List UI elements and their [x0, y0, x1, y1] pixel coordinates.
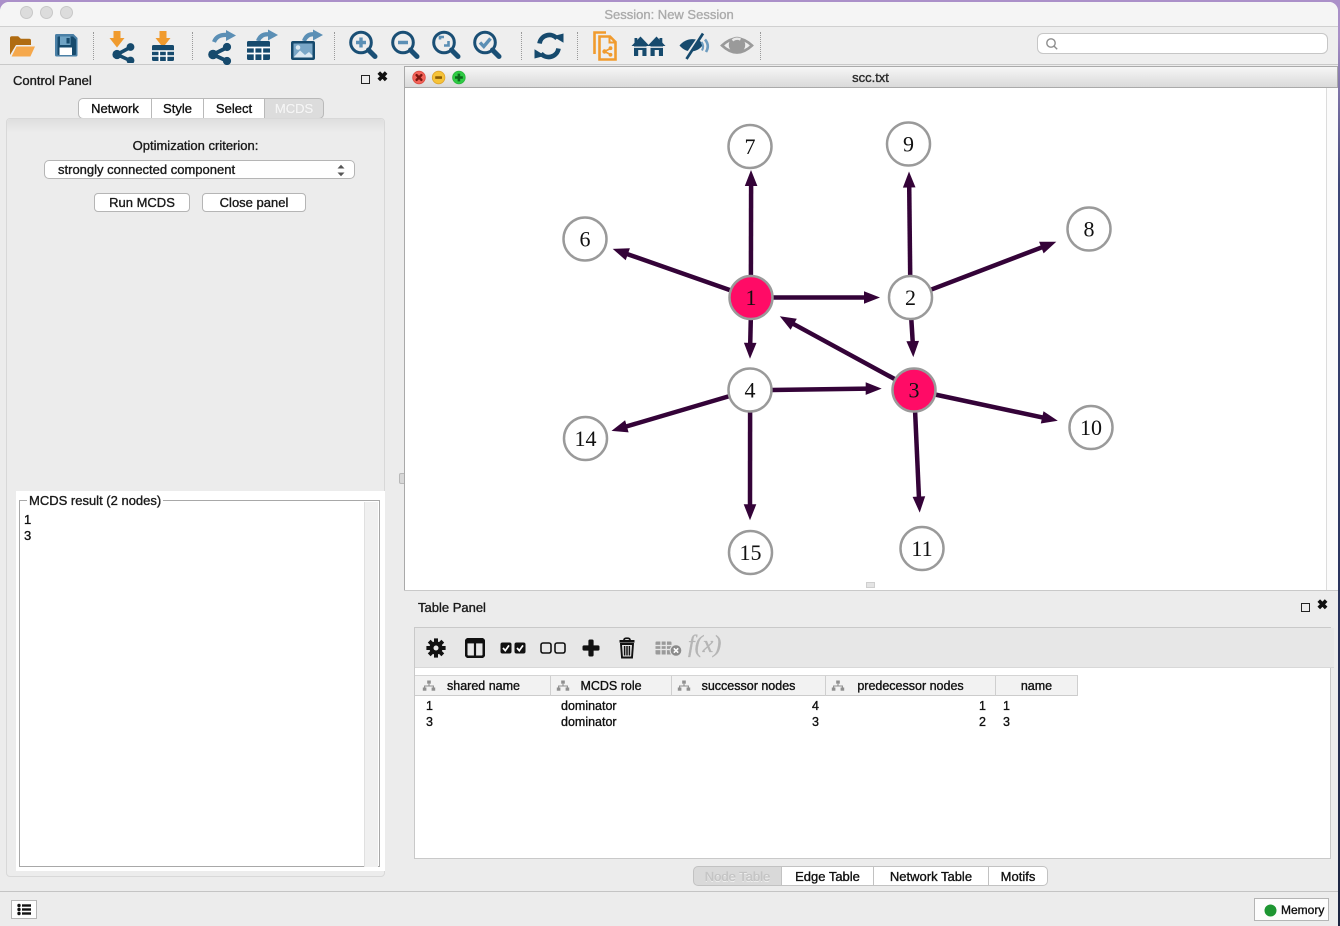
svg-text:4: 4 [745, 378, 756, 403]
svg-text:8: 8 [1084, 217, 1095, 242]
svg-text:2: 2 [905, 285, 916, 310]
svg-text:14: 14 [575, 426, 597, 451]
svg-text:6: 6 [580, 227, 591, 252]
svg-text:9: 9 [903, 132, 914, 157]
svg-text:3: 3 [909, 378, 920, 403]
svg-text:15: 15 [740, 540, 762, 565]
svg-text:1: 1 [746, 285, 757, 310]
svg-text:7: 7 [745, 134, 756, 159]
svg-text:11: 11 [911, 536, 932, 561]
svg-text:10: 10 [1080, 415, 1102, 440]
